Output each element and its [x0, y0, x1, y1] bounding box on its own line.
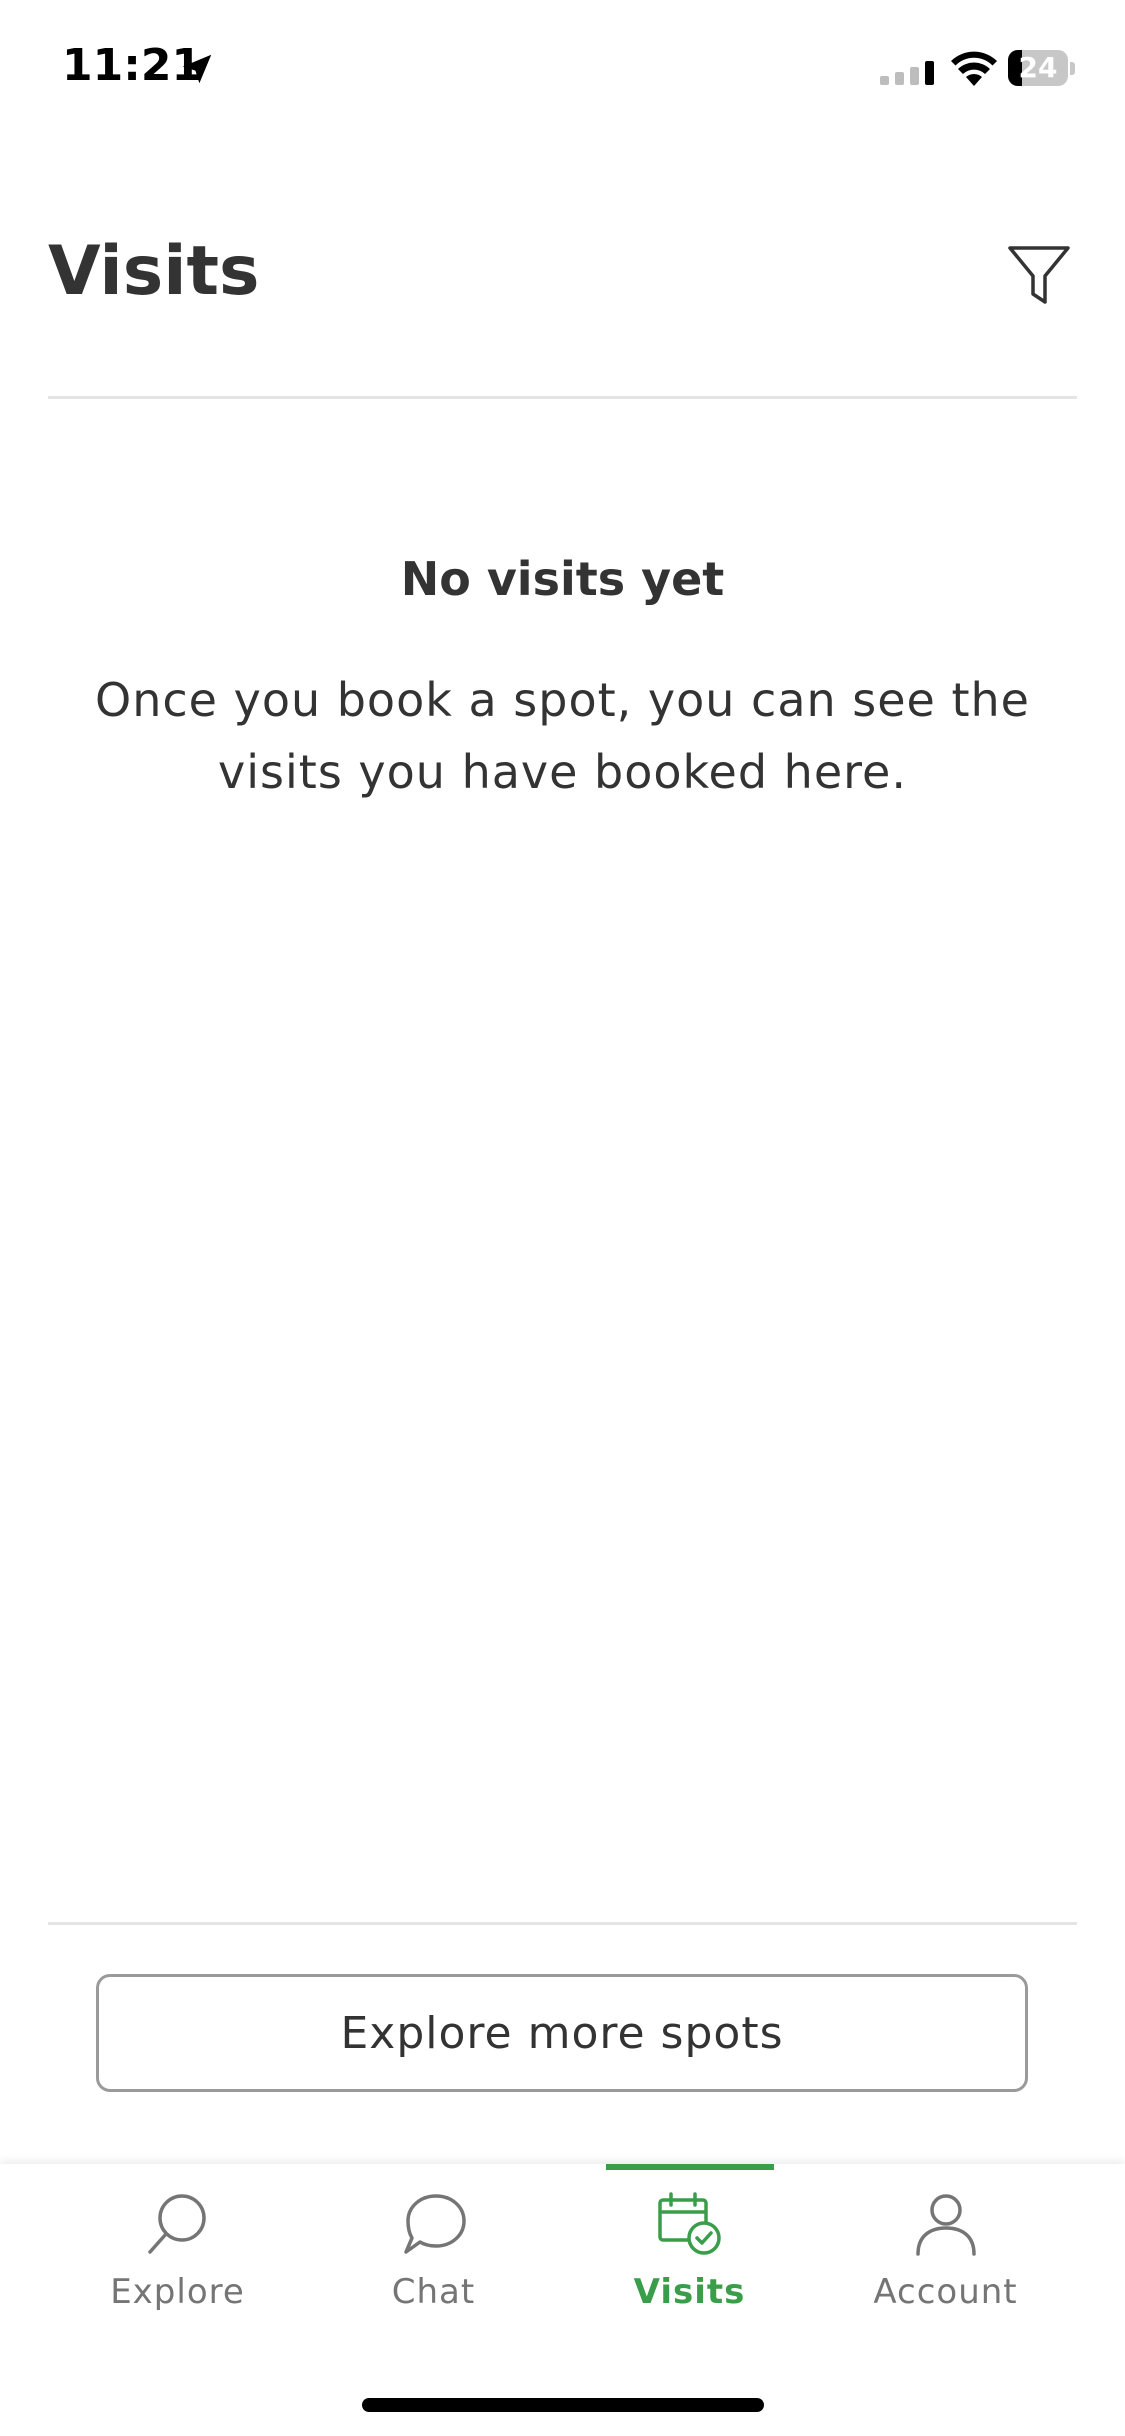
tab-account-label: Account: [873, 2272, 1018, 2312]
home-indicator: [362, 2398, 764, 2412]
cellular-signal-icon: [880, 61, 934, 85]
empty-state-message: Once you book a spot, you can see the vi…: [95, 673, 1030, 799]
header-divider: [48, 396, 1077, 399]
user-icon: [916, 2194, 976, 2256]
filter-button[interactable]: [1004, 240, 1074, 310]
search-icon: [148, 2194, 206, 2254]
wifi-icon: [951, 51, 997, 86]
status-bar: 11:21 24: [0, 0, 1125, 140]
filter-icon: [1008, 246, 1070, 304]
tab-chat[interactable]: Chat: [306, 2164, 561, 2354]
tab-account[interactable]: Account: [818, 2164, 1073, 2354]
battery-indicator: 24: [1008, 50, 1076, 88]
tab-visits[interactable]: Visits: [562, 2164, 817, 2354]
tab-explore-label: Explore: [110, 2272, 245, 2312]
explore-more-spots-button[interactable]: Explore more spots: [96, 1974, 1028, 2092]
empty-state-title: No visits yet: [400, 552, 725, 606]
page-title: Visits: [48, 232, 260, 311]
location-arrow-icon: [182, 54, 212, 84]
calendar-check-icon: [658, 2192, 721, 2255]
tab-chat-label: Chat: [391, 2272, 476, 2312]
battery-percentage: 24: [1018, 51, 1058, 84]
footer-divider: [48, 1922, 1077, 1925]
bottom-tab-bar: Explore Chat Visits Account: [0, 2164, 1125, 2436]
tab-visits-label: Visits: [633, 2272, 746, 2312]
tab-explore[interactable]: Explore: [50, 2164, 305, 2354]
chat-bubble-icon: [404, 2194, 466, 2254]
